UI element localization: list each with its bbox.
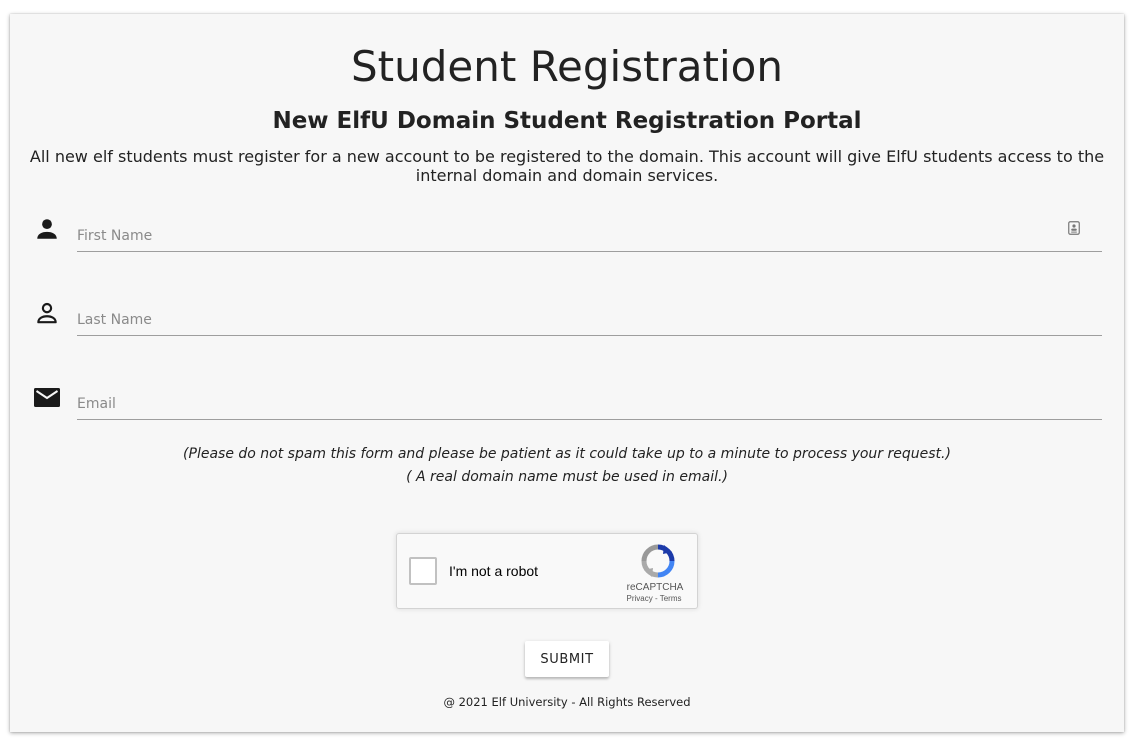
terms-link[interactable]: Terms [660, 594, 682, 603]
privacy-link[interactable]: Privacy [627, 594, 653, 603]
email-input[interactable] [77, 380, 1102, 420]
recaptcha-logo-icon [641, 544, 675, 578]
last-name-field [30, 296, 1102, 346]
submit-button[interactable]: SUBMIT [525, 641, 609, 677]
first-name-input[interactable] [77, 212, 1102, 252]
first-name-field [30, 212, 1102, 262]
registration-card: Student Registration New ElfU Domain Stu… [10, 14, 1124, 732]
links-separator: - [652, 594, 660, 603]
contact-card-icon[interactable] [1068, 221, 1080, 235]
mail-icon [34, 388, 60, 407]
recaptcha-links: Privacy - Terms [622, 594, 686, 603]
page-description: All new elf students must register for a… [29, 147, 1105, 185]
domain-notice: ( A real domain name must be used in ema… [406, 469, 728, 485]
last-name-input[interactable] [77, 296, 1102, 336]
footer-copyright: @ 2021 Elf University - All Rights Reser… [443, 695, 691, 709]
recaptcha-label: I'm not a robot [449, 563, 539, 579]
page-subtitle: New ElfU Domain Student Registration Por… [272, 108, 862, 134]
spam-notice: (Please do not spam this form and please… [183, 446, 951, 462]
recaptcha-checkbox[interactable] [409, 557, 437, 585]
page-title: Student Registration [351, 42, 783, 91]
person-icon [37, 219, 57, 239]
recaptcha-widget: I'm not a robot reCAPTCHA Privacy - Term… [396, 533, 698, 609]
recaptcha-brand: reCAPTCHA [626, 582, 684, 593]
person-outline-icon [37, 302, 57, 324]
email-field [30, 380, 1102, 430]
